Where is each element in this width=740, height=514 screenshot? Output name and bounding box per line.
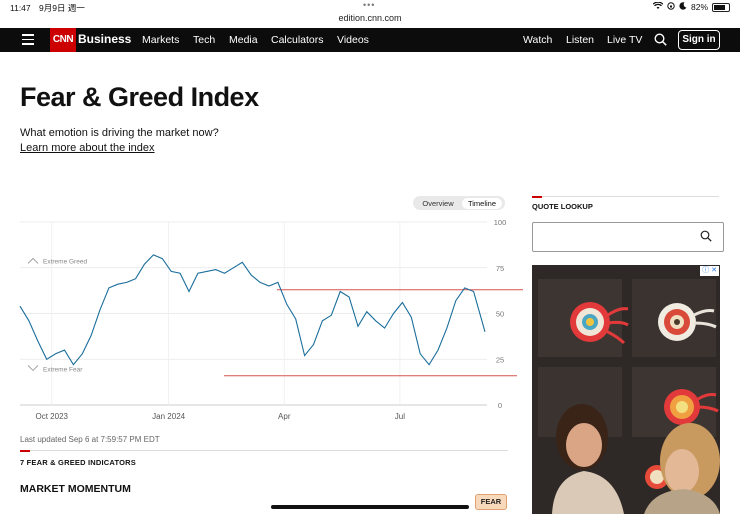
battery-percent: 82% [690, 2, 708, 12]
y-tick-label: 50 [496, 310, 504, 319]
indicator-market-momentum: MARKET MOMENTUM [20, 483, 131, 495]
status-badge: FEAR [475, 494, 507, 510]
x-tick-label: Jul [395, 412, 405, 421]
ad-image [532, 265, 720, 514]
quote-search-input[interactable] [532, 222, 724, 252]
zone-label-greed: Extreme Greed [43, 258, 87, 265]
home-indicator[interactable] [271, 505, 469, 509]
y-tick-label: 0 [498, 401, 502, 410]
page-title: Fear & Greed Index [20, 82, 259, 112]
indicators-heading: 7 FEAR & GREED INDICATORS [20, 458, 136, 467]
zone-label-fear: Extreme Fear [43, 366, 83, 373]
address-bar[interactable]: edition.cnn.com [0, 13, 740, 23]
y-tick-label: 100 [494, 218, 507, 227]
status-time: 11:47 [10, 3, 31, 13]
quote-divider [542, 196, 719, 197]
search-icon[interactable] [654, 33, 667, 46]
status-right: 82% [652, 1, 730, 12]
nav-item-markets[interactable]: Markets [142, 34, 179, 46]
learn-more-link[interactable]: Learn more about the index [20, 142, 155, 154]
battery-icon [712, 2, 730, 12]
last-updated: Last updated Sep 6 at 7:59:57 PM EDT [20, 435, 160, 444]
x-tick-label: Jan 2024 [152, 412, 185, 421]
quote-lookup-title: QUOTE LOOKUP [532, 202, 593, 211]
moon-icon [679, 2, 687, 12]
section-title[interactable]: Business [78, 32, 131, 46]
divider [20, 450, 508, 451]
more-dots-icon[interactable]: ••• [363, 0, 375, 10]
fear-greed-timeline-chart: Extreme Greed Extreme Fear 100 75 50 25 0 Oct… [19, 218, 523, 421]
menu-icon[interactable] [22, 34, 34, 45]
ios-status-bar: 11:47 9月9日 週一 ••• edition.cnn.com 82% [0, 0, 740, 28]
nav-item-tech[interactable]: Tech [193, 34, 215, 46]
tab-overview[interactable]: Overview [416, 198, 460, 209]
y-tick-label: 75 [496, 264, 504, 273]
section-accent [20, 450, 30, 452]
nav-item-videos[interactable]: Videos [337, 34, 369, 46]
nav-item-media[interactable]: Media [229, 34, 258, 46]
ad-choices-icon[interactable]: ⓘ ✕ [700, 266, 719, 276]
tab-timeline[interactable]: Timeline [462, 197, 502, 209]
quote-accent [532, 196, 542, 198]
cnn-logo[interactable]: CNN [50, 28, 76, 52]
quote-search-icon[interactable] [700, 229, 712, 242]
nav-item-watch[interactable]: Watch [523, 34, 552, 46]
main-nav: CNN Business Markets Tech Media Calculat… [0, 28, 740, 52]
advertisement[interactable]: ⓘ ✕ [532, 265, 720, 514]
nav-item-calculators[interactable]: Calculators [271, 34, 324, 46]
page-subtitle: What emotion is driving the market now? [20, 127, 219, 139]
lock-rotation-icon [667, 2, 675, 12]
x-tick-label: Apr [278, 412, 291, 421]
y-tick-label: 25 [496, 355, 504, 364]
chevron-down-icon [27, 365, 39, 372]
sign-in-button[interactable]: Sign in [678, 30, 720, 50]
chevron-up-icon [27, 257, 39, 264]
view-toggle: Overview Timeline [413, 196, 505, 210]
nav-item-live-tv[interactable]: Live TV [607, 34, 642, 46]
series-line [19, 254, 486, 366]
wifi-icon [652, 1, 664, 12]
nav-item-listen[interactable]: Listen [566, 34, 594, 46]
x-tick-label: Oct 2023 [36, 412, 69, 421]
status-date: 9月9日 週一 [39, 3, 85, 13]
